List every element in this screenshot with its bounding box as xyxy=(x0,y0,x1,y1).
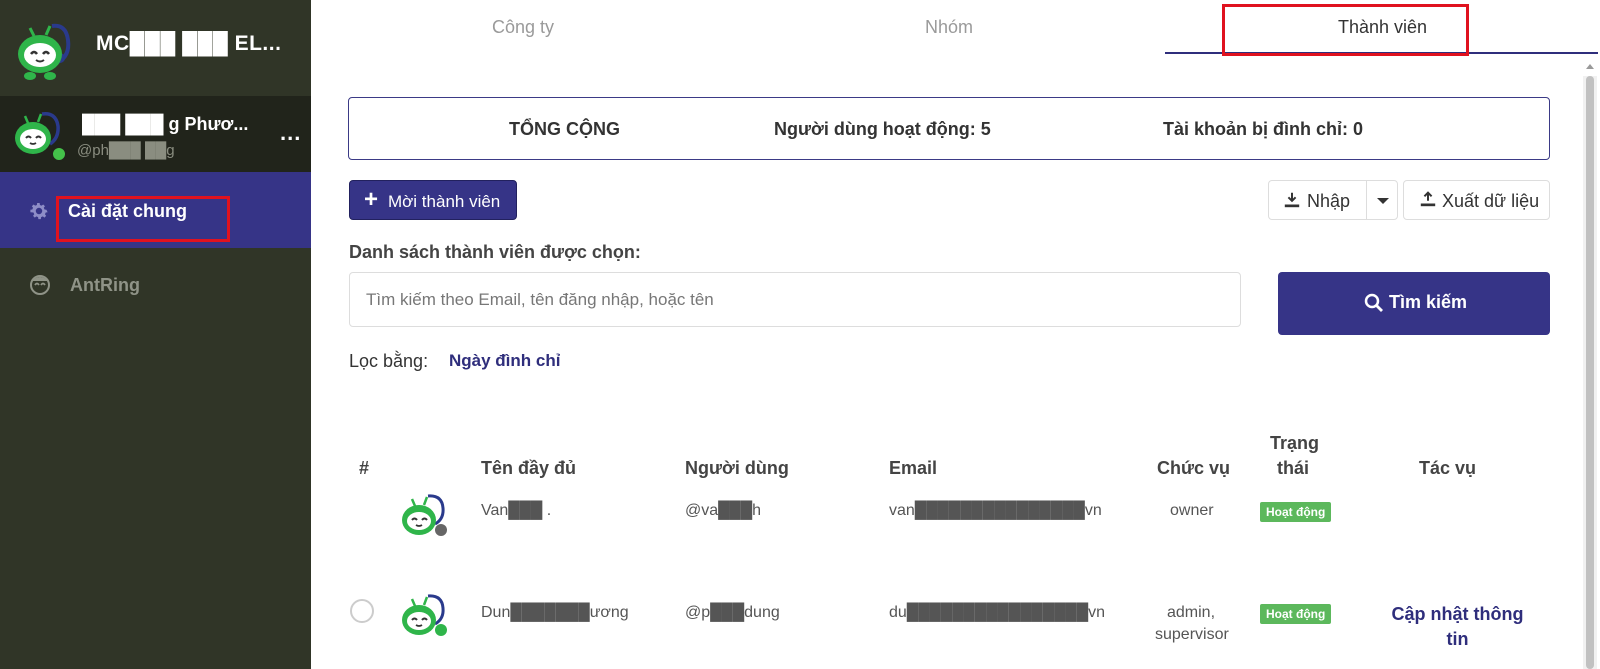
antring-icon xyxy=(30,275,50,295)
column-header-email: Email xyxy=(889,458,938,478)
summary-panel: TỔNG CỘNG Người dùng hoạt động: 5 Tài kh… xyxy=(348,97,1550,160)
row-full-name: Dun███████ương xyxy=(481,604,629,621)
row-username: @va███h xyxy=(685,502,762,519)
plus-icon: + xyxy=(364,186,379,213)
row-full-name: Van███ . xyxy=(481,502,552,519)
column-header-username: Người dùng xyxy=(685,458,789,478)
status-badge: Hoạt động xyxy=(1260,604,1332,624)
import-icon xyxy=(1284,192,1300,208)
summary-total-label: TỔNG CỘNG xyxy=(509,119,620,139)
filter-suspension-date-link[interactable]: Ngày đình chỉ xyxy=(449,351,560,371)
row-email: van███████████████vn xyxy=(889,502,1102,519)
summary-active-users: Người dùng hoạt động: 5 xyxy=(774,119,991,139)
summary-suspended-accounts: Tài khoản bị đình chỉ: 0 xyxy=(1163,119,1364,139)
user-name: ███ ███ g Phươ... xyxy=(82,114,249,134)
sidebar-item-label: AntRing xyxy=(70,275,140,295)
row-role-line1: admin, xyxy=(1167,604,1216,621)
sidebar: MC███ ███ EL... ███ ███ g Phươ... @ph███… xyxy=(0,0,311,669)
ant-logo-icon xyxy=(18,23,71,80)
update-info-line2: tin xyxy=(1446,629,1469,649)
highlight-box xyxy=(1222,4,1469,56)
avatar xyxy=(402,594,447,636)
column-header-status-line1: Trạng xyxy=(1270,433,1320,453)
column-header-actions: Tác vụ xyxy=(1419,458,1477,478)
row-role-line2: supervisor xyxy=(1155,626,1229,643)
import-label: Nhập xyxy=(1307,191,1351,211)
tab-company[interactable]: Công ty xyxy=(492,17,554,38)
row-email: du████████████████vn xyxy=(889,604,1106,621)
highlight-box xyxy=(56,196,230,242)
scrollbar[interactable] xyxy=(1583,76,1597,669)
update-info-line1: Cập nhật thông xyxy=(1391,604,1524,624)
row-username: @p███dung xyxy=(685,604,780,621)
org-name: MC███ ███ EL... xyxy=(96,32,282,55)
row-select-checkbox[interactable] xyxy=(350,599,374,623)
sidebar-item-antring[interactable]: AntRing xyxy=(0,262,311,308)
import-dropdown-toggle[interactable] xyxy=(1366,180,1398,220)
search-icon xyxy=(1364,293,1383,312)
export-label: Xuất dữ liệu xyxy=(1442,191,1540,211)
export-icon xyxy=(1420,191,1436,207)
search-button[interactable]: Tìm kiếm xyxy=(1278,272,1550,335)
selected-members-label: Danh sách thành viên được chọn: xyxy=(349,242,641,262)
update-info-link[interactable]: Cập nhật thông tin xyxy=(1380,602,1535,652)
import-button[interactable]: Nhập xyxy=(1268,180,1367,220)
filter-label: Lọc bằng: xyxy=(349,351,429,371)
gear-icon xyxy=(30,203,48,220)
column-header-full-name: Tên đầy đủ xyxy=(481,458,577,478)
scroll-up-arrow-icon[interactable] xyxy=(1583,60,1597,74)
online-status-dot xyxy=(51,146,67,162)
scrollbar-thumb[interactable] xyxy=(1586,76,1594,669)
user-profile[interactable]: ███ ███ g Phươ... @ph███ ██g ... xyxy=(0,96,311,172)
invite-member-label: Mời thành viên xyxy=(388,192,501,211)
search-input[interactable] xyxy=(349,272,1241,327)
column-header-status-line2: thái xyxy=(1277,458,1310,478)
invite-member-button[interactable]: + Mời thành viên xyxy=(349,180,517,220)
user-handle: @ph███ ██g xyxy=(77,142,175,159)
avatar xyxy=(402,494,447,536)
status-badge: Hoạt động xyxy=(1260,502,1332,522)
export-button[interactable]: Xuất dữ liệu xyxy=(1403,180,1550,220)
org-header[interactable]: MC███ ███ EL... xyxy=(0,0,311,96)
column-header-index: # xyxy=(359,458,370,478)
row-role: owner xyxy=(1170,502,1214,519)
tab-group[interactable]: Nhóm xyxy=(925,17,973,38)
caret-down-icon xyxy=(1377,198,1389,204)
column-header-role: Chức vụ xyxy=(1157,458,1231,478)
more-options-icon[interactable]: ... xyxy=(280,120,301,146)
search-button-label: Tìm kiếm xyxy=(1389,292,1468,312)
